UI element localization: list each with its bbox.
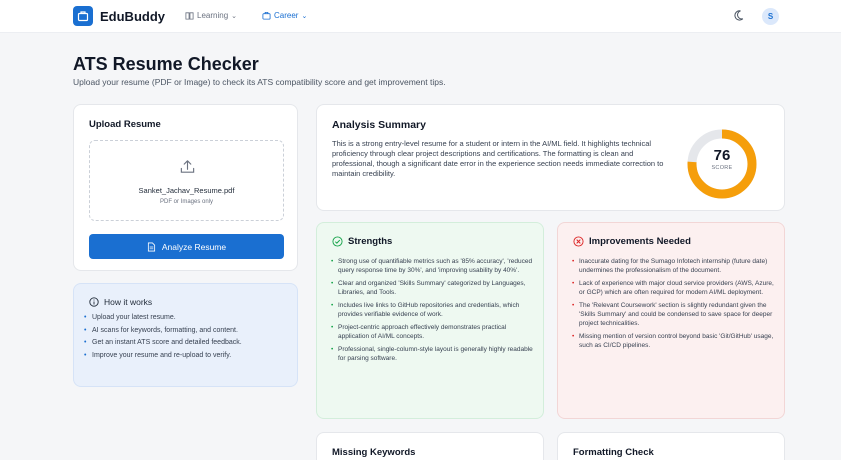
formatting-check-title: Formatting Check: [573, 447, 654, 458]
x-circle-icon: [573, 236, 584, 247]
upload-resume-card: Upload Resume Sanket_Jachav_Resume.pdf P…: [73, 104, 298, 271]
strengths-title-text: Strengths: [348, 236, 393, 247]
improvements-card: Improvements Needed Inaccurate dating fo…: [557, 222, 785, 419]
chevron-down-icon: ⌄: [301, 12, 308, 20]
improvements-list: Inaccurate dating for the Sumago Infotec…: [572, 257, 777, 354]
list-item: Professional, single-column-style layout…: [331, 345, 536, 363]
list-item: Project-centric approach effectively dem…: [331, 323, 536, 341]
missing-keywords-card: Missing Keywords: [316, 432, 544, 460]
improvements-title-text: Improvements Needed: [589, 236, 691, 247]
list-item: Strong use of quantifiable metrics such …: [331, 257, 536, 275]
improvements-title: Improvements Needed: [573, 236, 691, 247]
how-it-works-panel: How it works Upload your latest resume. …: [73, 283, 298, 387]
document-icon: [147, 242, 155, 251]
missing-keywords-title: Missing Keywords: [332, 447, 416, 458]
book-icon: [185, 12, 194, 20]
check-circle-icon: [332, 236, 343, 247]
nav-career[interactable]: Career ⌄: [262, 11, 307, 20]
ats-score-value: 76: [713, 147, 731, 164]
list-item: AI scans for keywords, formatting, and c…: [84, 326, 294, 335]
nav-learning-label: Learning: [197, 11, 229, 20]
list-item: The 'Relevant Coursework' section is sli…: [572, 301, 777, 328]
list-item: Upload your latest resume.: [84, 313, 294, 322]
analyze-resume-button[interactable]: Analyze Resume: [89, 234, 284, 259]
avatar[interactable]: S: [762, 8, 779, 25]
info-icon: [89, 297, 99, 307]
analysis-summary-text: This is a strong entry-level resume for …: [332, 139, 664, 178]
list-item: Get an instant ATS score and detailed fe…: [84, 338, 294, 347]
file-dropzone[interactable]: Sanket_Jachav_Resume.pdf PDF or Images o…: [89, 140, 284, 221]
list-item: Inaccurate dating for the Sumago Infotec…: [572, 257, 777, 275]
uploaded-file-name: Sanket_Jachav_Resume.pdf: [138, 186, 235, 195]
brand-name[interactable]: EduBuddy: [100, 9, 165, 24]
analysis-summary-title: Analysis Summary: [332, 119, 426, 131]
nav-learning[interactable]: Learning ⌄: [185, 11, 237, 20]
strengths-title: Strengths: [332, 236, 392, 247]
how-it-works-title: How it works: [89, 297, 152, 307]
score-gauge: [687, 129, 757, 199]
how-it-works-title-text: How it works: [104, 297, 153, 307]
how-it-works-steps: Upload your latest resume. AI scans for …: [84, 313, 294, 363]
top-navigation-bar: EduBuddy Learning ⌄ Career ⌄ S: [0, 0, 841, 33]
strengths-card: Strengths Strong use of quantifiable met…: [316, 222, 544, 419]
formatting-check-card: Formatting Check: [557, 432, 785, 460]
logo-icon[interactable]: [73, 6, 93, 26]
chevron-down-icon: ⌄: [231, 12, 238, 20]
upload-card-title: Upload Resume: [89, 119, 161, 130]
page-subtitle: Upload your resume (PDF or Image) to che…: [73, 77, 446, 87]
upload-icon: [180, 160, 195, 173]
strengths-list: Strong use of quantifiable metrics such …: [331, 257, 536, 367]
ats-score-label: SCORE: [711, 165, 733, 171]
analysis-summary-card: Analysis Summary This is a strong entry-…: [316, 104, 785, 211]
moon-icon[interactable]: [734, 9, 747, 22]
page-title: ATS Resume Checker: [73, 54, 259, 74]
list-item: Missing mention of version control beyon…: [572, 332, 777, 350]
list-item: Lack of experience with major cloud serv…: [572, 279, 777, 297]
analyze-button-label: Analyze Resume: [161, 241, 227, 252]
briefcase-icon: [262, 11, 271, 20]
nav-career-label: Career: [274, 11, 299, 20]
list-item: Improve your resume and re-upload to ver…: [84, 351, 294, 360]
list-item: Includes live links to GitHub repositori…: [331, 301, 536, 319]
list-item: Clear and organized 'Skills Summary' cat…: [331, 279, 536, 297]
file-type-hint: PDF or Images only: [159, 199, 214, 205]
